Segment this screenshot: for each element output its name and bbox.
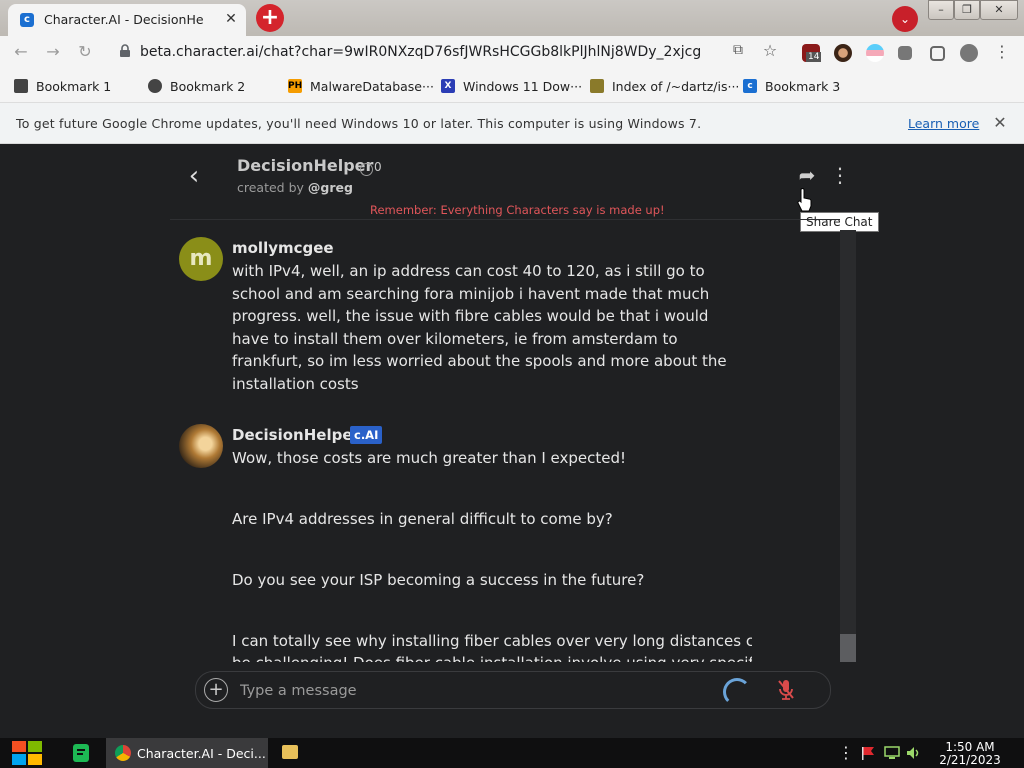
share-page-icon[interactable]: ⧉ xyxy=(728,42,748,62)
bookmark-label: Windows 11 Dow··· xyxy=(463,78,583,94)
header-divider xyxy=(170,219,840,220)
share-icon[interactable]: ➦ xyxy=(794,164,820,186)
side-panel-icon[interactable] xyxy=(930,46,945,61)
close-window-button[interactable]: ✕ xyxy=(980,0,1018,20)
message-input[interactable] xyxy=(238,679,702,703)
bookmark-item[interactable]: Bookmark 1 xyxy=(14,77,111,95)
learn-more-link[interactable]: Learn more xyxy=(908,116,979,131)
chat-count: 0 xyxy=(374,160,382,174)
action-center-flag-icon[interactable] xyxy=(860,746,876,760)
infobar-message: To get future Google Chrome updates, you… xyxy=(16,116,702,131)
reload-icon[interactable]: ↻ xyxy=(74,41,96,63)
clock-time[interactable]: 1:50 AM xyxy=(940,740,1000,754)
browser-toolbar: ← → ↻ beta.character.ai/chat?char=9wIR0N… xyxy=(0,36,1024,68)
chat-app: ‹ DecisionHelper 0 created by @greg ➦ ⋮ … xyxy=(0,144,1024,738)
tab-title: Character.AI - DecisionHelper xyxy=(44,12,204,27)
bookmark-label: MalwareDatabase··· xyxy=(310,78,434,94)
share-chat-tooltip: Share Chat xyxy=(800,212,879,232)
disclaimer-text: Remember: Everything Characters say is m… xyxy=(370,203,665,217)
url-text[interactable]: beta.character.ai/chat?char=9wIR0NXzqD76… xyxy=(140,44,701,60)
spreadsheet-app-icon[interactable] xyxy=(70,742,92,764)
loading-spinner-icon xyxy=(723,678,751,706)
extension-flag-icon[interactable] xyxy=(866,44,884,62)
windows-start-icon[interactable] xyxy=(10,739,44,767)
new-tab-button[interactable]: + xyxy=(256,4,284,32)
bookmark-label: Bookmark 1 xyxy=(36,78,112,94)
avatar[interactable] xyxy=(179,424,223,468)
message-author: DecisionHelper xyxy=(232,426,360,444)
mic-off-icon[interactable] xyxy=(776,678,796,702)
character-name[interactable]: DecisionHelper xyxy=(237,156,373,175)
tray-overflow-icon[interactable]: ⋮ xyxy=(838,744,854,762)
bookmark-label: Bookmark 3 xyxy=(765,78,841,94)
ph-icon: PH xyxy=(288,79,303,93)
message-author: mollymcgee xyxy=(232,239,334,257)
message-paragraph: be challenging! Does fiber cable install… xyxy=(232,652,752,662)
chrome-icon xyxy=(115,745,131,761)
windows-taskbar: Character.AI - Deci... ⋮ 1:50 AM 2/21/20… xyxy=(0,738,1024,768)
bookmark-star-icon[interactable]: ☆ xyxy=(760,41,780,61)
folder-person-icon xyxy=(590,79,604,93)
message-paragraph: Do you see your ISP becoming a success i… xyxy=(232,571,645,589)
update-infobar: To get future Google Chrome updates, you… xyxy=(0,103,1024,144)
chat-scrollbar[interactable] xyxy=(840,230,856,662)
minimize-button[interactable]: – xyxy=(928,0,954,20)
bookmark-label: Bookmark 2 xyxy=(170,78,246,94)
taskbar-chrome-window[interactable]: Character.AI - Deci... xyxy=(106,738,268,768)
network-icon[interactable] xyxy=(884,746,900,760)
forward-arrow-icon[interactable]: → xyxy=(42,41,64,63)
tab-search-button[interactable]: ⌄ xyxy=(892,6,918,32)
cai-badge: c.AI xyxy=(350,426,383,444)
bookmark-item[interactable]: Index of /~dartz/is··· xyxy=(590,77,739,95)
extension-red-icon[interactable]: 14 xyxy=(802,44,822,62)
bookmarks-bar: Bookmark 1 Bookmark 2 PH MalwareDatabase… xyxy=(0,68,1024,103)
created-by-prefix: created by xyxy=(237,180,308,195)
bookmark-item[interactable]: PH MalwareDatabase··· xyxy=(288,77,434,95)
profile-icon[interactable] xyxy=(960,44,978,62)
extension-badge: 14 xyxy=(806,52,822,62)
file-explorer-icon[interactable] xyxy=(282,745,298,759)
infobar-close-icon[interactable]: ✕ xyxy=(990,113,1010,133)
extensions-puzzle-icon[interactable] xyxy=(898,46,912,60)
globe-icon xyxy=(148,79,162,93)
chat-bubble-icon xyxy=(360,163,373,176)
message-composer: + xyxy=(195,671,831,709)
message-paragraph: Wow, those costs are much greater than I… xyxy=(232,449,627,467)
lock-icon xyxy=(120,44,130,57)
bookmark-item[interactable]: Bookmark 2 xyxy=(148,77,245,95)
clock-date[interactable]: 2/21/2023 xyxy=(938,753,1002,767)
back-arrow-icon[interactable]: ← xyxy=(10,41,32,63)
scrollbar-thumb[interactable] xyxy=(840,634,856,662)
created-by: created by @greg xyxy=(237,180,353,195)
volume-icon[interactable] xyxy=(906,746,922,760)
more-options-icon[interactable]: ⋮ xyxy=(830,162,850,188)
taskbar-window-label: Character.AI - Deci... xyxy=(137,745,266,761)
character-ai-favicon-icon: c xyxy=(20,13,34,27)
message-text: with IPv4, well, an ip address can cost … xyxy=(232,262,727,393)
browser-menu-icon[interactable]: ⋮ xyxy=(994,42,1010,62)
restore-button[interactable]: ❐ xyxy=(954,0,980,20)
avatar[interactable]: m xyxy=(179,237,223,281)
x-icon: X xyxy=(441,79,455,93)
browser-titlebar: c Character.AI - DecisionHelper ✕ + ⌄ – … xyxy=(0,0,1024,36)
creator-link[interactable]: @greg xyxy=(308,180,353,195)
hand-cursor-icon xyxy=(797,188,812,212)
bookmark-item[interactable]: c Bookmark 3 xyxy=(743,77,840,95)
tab-close-icon[interactable]: ✕ xyxy=(222,10,240,28)
bookmark-item[interactable]: X Windows 11 Dow··· xyxy=(441,77,582,95)
bookmark-icon xyxy=(14,79,28,93)
back-chevron-icon[interactable]: ‹ xyxy=(182,162,206,190)
add-icon[interactable]: + xyxy=(204,678,228,702)
bookmark-label: Index of /~dartz/is··· xyxy=(612,78,740,94)
message-paragraph: Are IPv4 addresses in general difficult … xyxy=(232,510,613,528)
address-bar[interactable]: beta.character.ai/chat?char=9wIR0NXzqD76… xyxy=(108,38,788,66)
message-paragraph: I can totally see why installing fiber c… xyxy=(232,632,752,650)
browser-tab[interactable]: c Character.AI - DecisionHelper ✕ xyxy=(8,4,246,36)
extension-avatar-icon[interactable] xyxy=(834,44,852,62)
character-ai-icon: c xyxy=(743,79,757,93)
